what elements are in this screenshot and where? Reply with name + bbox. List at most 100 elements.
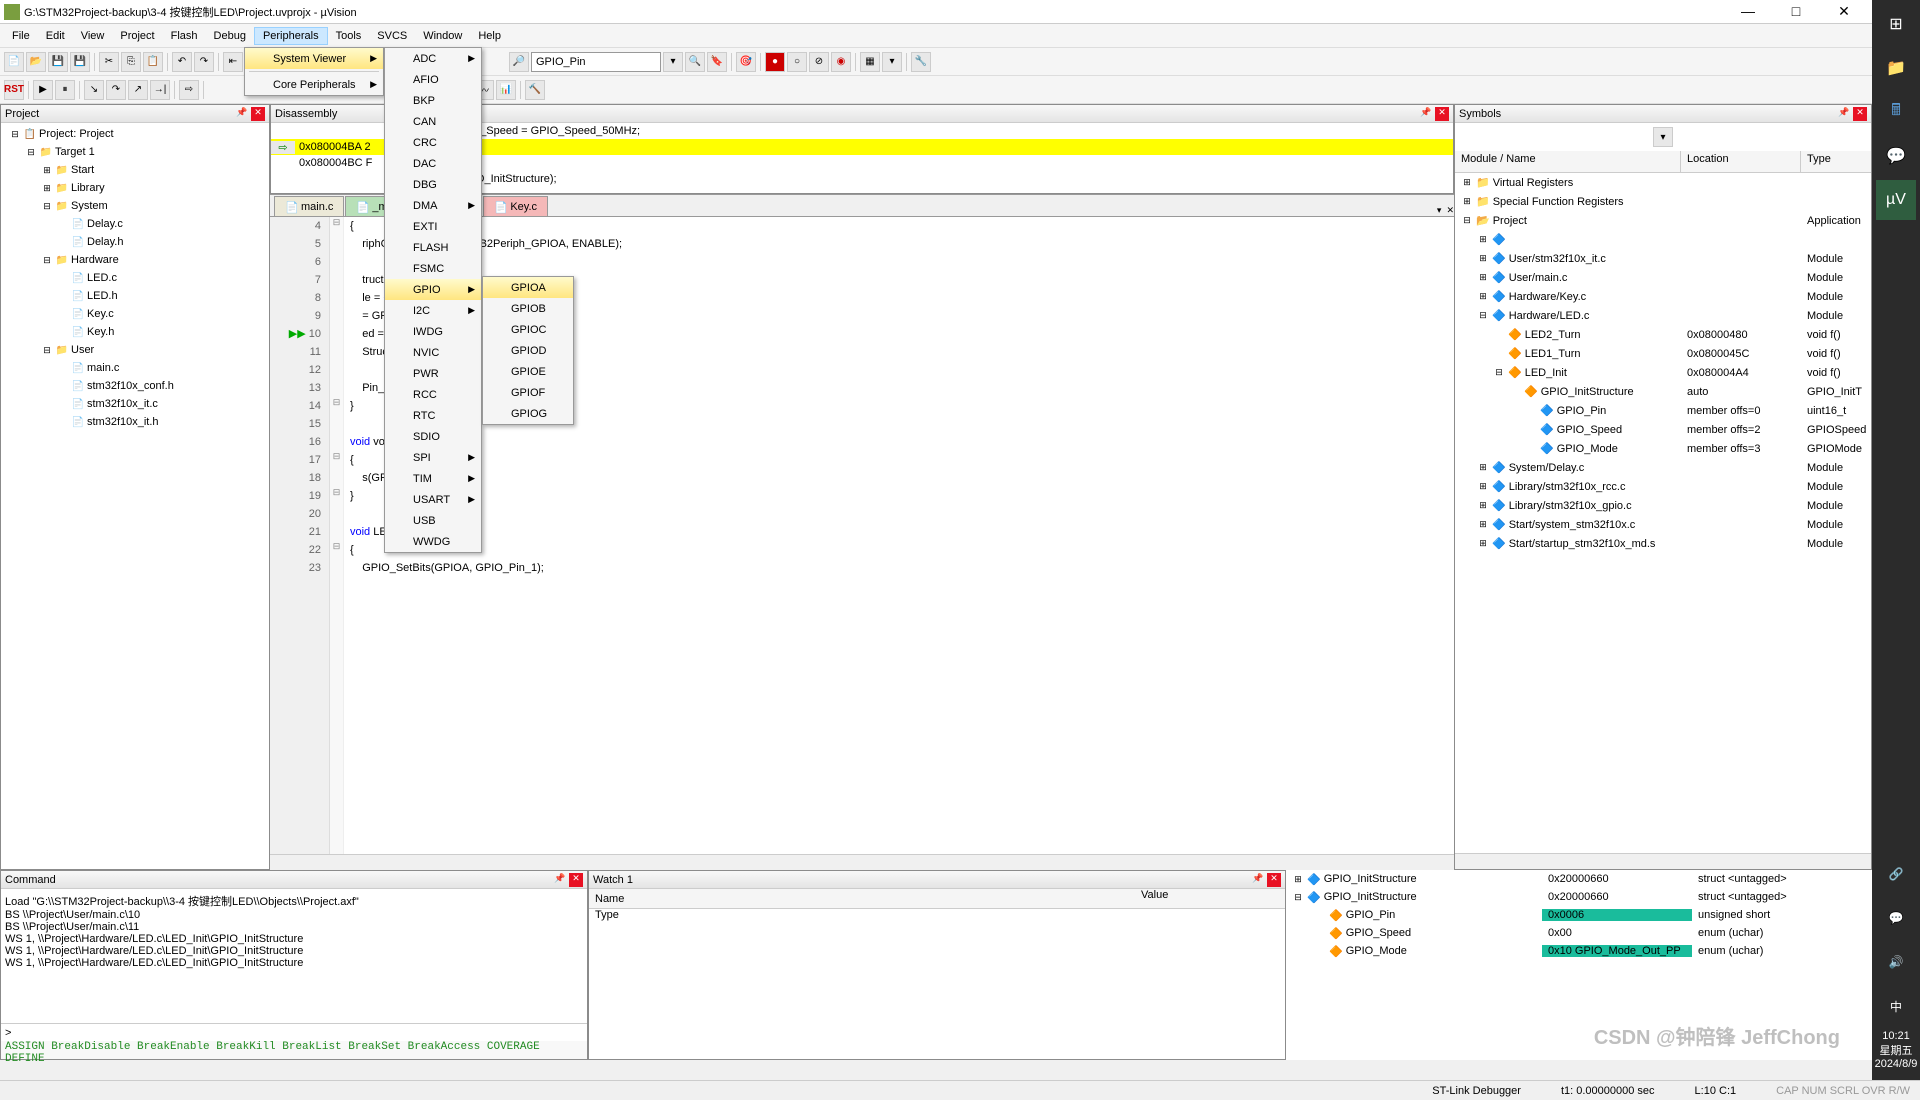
symbol-row[interactable]: 🔷GPIO_Speedmember offs=2GPIOSpeed xyxy=(1455,420,1871,439)
step-over-icon[interactable]: ↷ xyxy=(106,80,126,100)
bp-all-icon[interactable]: ◉ xyxy=(831,52,851,72)
menu-gpiof[interactable]: GPIOF xyxy=(483,382,573,403)
saveall-icon[interactable]: 💾 xyxy=(70,52,90,72)
menu-spi[interactable]: SPI▶ xyxy=(385,447,481,468)
symbol-row[interactable]: ⊞🔷Start/system_stm32f10x.cModule xyxy=(1455,515,1871,534)
menu-tim[interactable]: TIM▶ xyxy=(385,468,481,489)
symbol-row[interactable]: ⊞🔷Hardware/Key.cModule xyxy=(1455,287,1871,306)
step-out-icon[interactable]: ↗ xyxy=(128,80,148,100)
col-location[interactable]: Location xyxy=(1681,151,1801,172)
symbol-row[interactable]: 🔶GPIO_InitStructureautoGPIO_InitT xyxy=(1455,382,1871,401)
col-name[interactable]: Name xyxy=(589,889,1135,908)
minimize-button[interactable]: — xyxy=(1730,3,1766,20)
dropdown-icon[interactable]: ▾ xyxy=(1653,127,1673,147)
menu-sdio[interactable]: SDIO xyxy=(385,426,481,447)
menu-usb[interactable]: USB xyxy=(385,510,481,531)
bp-disable-icon[interactable]: ○ xyxy=(787,52,807,72)
tree-node[interactable]: ⊟📁System xyxy=(3,197,267,215)
stop-run-icon[interactable]: ⏸ xyxy=(55,80,75,100)
close-icon[interactable]: ✕ xyxy=(251,107,265,121)
menu-gpioe[interactable]: GPIOE xyxy=(483,361,573,382)
save-icon[interactable]: 💾 xyxy=(48,52,68,72)
menu-gpiob[interactable]: GPIOB xyxy=(483,298,573,319)
col-type[interactable]: Type xyxy=(1801,151,1871,172)
scope-icon[interactable]: 📊 xyxy=(496,80,516,100)
tree-node[interactable]: ⊞📁Library xyxy=(3,179,267,197)
tree-node[interactable]: 📄Delay.h xyxy=(3,233,267,251)
reset-icon[interactable]: RST xyxy=(4,80,24,100)
menu-gpioc[interactable]: GPIOC xyxy=(483,319,573,340)
taskbar-clock[interactable]: 10:21 星期五 2024/8/9 xyxy=(1875,1030,1918,1080)
symbol-row[interactable]: ⊟🔷Hardware/LED.cModule xyxy=(1455,306,1871,325)
pin-icon[interactable]: 📌 xyxy=(235,107,249,121)
uvision-icon[interactable]: µV xyxy=(1876,180,1916,220)
calculator-icon[interactable]: 🖩 xyxy=(1876,92,1916,132)
menu-pwr[interactable]: PWR xyxy=(385,363,481,384)
debug-icon[interactable]: 🎯 xyxy=(736,52,756,72)
maximize-button[interactable]: □ xyxy=(1778,3,1814,20)
dropdown-icon[interactable]: ▾ xyxy=(663,52,683,72)
pin-icon[interactable]: 📌 xyxy=(1251,873,1265,887)
menu-gpiod[interactable]: GPIOD xyxy=(483,340,573,361)
symbol-row[interactable]: ⊞🔷Library/stm32f10x_gpio.cModule xyxy=(1455,496,1871,515)
tab-main-c[interactable]: 📄main.c xyxy=(274,196,344,216)
menu-view[interactable]: View xyxy=(73,28,113,44)
watch-row[interactable]: 🔶GPIO_Speed0x00enum (uchar) xyxy=(1286,924,1872,942)
menu-flash[interactable]: Flash xyxy=(163,28,206,44)
symbol-row[interactable]: 🔶LED2_Turn0x08000480void f() xyxy=(1455,325,1871,344)
ime-icon[interactable]: 中 xyxy=(1876,986,1916,1026)
symbol-row[interactable]: ⊟📂ProjectApplication xyxy=(1455,211,1871,230)
close-icon[interactable]: ✕ xyxy=(569,873,583,887)
watch-row[interactable]: 🔶GPIO_Mode0x10 GPIO_Mode_Out_PPenum (uch… xyxy=(1286,942,1872,960)
open-icon[interactable]: 📂 xyxy=(26,52,46,72)
menu-dbg[interactable]: DBG xyxy=(385,174,481,195)
explorer-icon[interactable]: 📁 xyxy=(1876,48,1916,88)
symbol-row[interactable]: ⊞🔷Start/startup_stm32f10x_md.sModule xyxy=(1455,534,1871,553)
menu-wwdg[interactable]: WWDG xyxy=(385,531,481,552)
symbol-row[interactable]: ⊟🔶LED_Init0x080004A4void f() xyxy=(1455,363,1871,382)
menu-window[interactable]: Window xyxy=(415,28,470,44)
run-to-cursor-icon[interactable]: →| xyxy=(150,80,170,100)
menu-crc[interactable]: CRC xyxy=(385,132,481,153)
close-icon[interactable]: ✕ xyxy=(1435,107,1449,121)
menu-adc[interactable]: ADC▶ xyxy=(385,48,481,69)
h-scrollbar[interactable] xyxy=(270,854,1454,870)
taskbar-app-icon[interactable]: ⊞ xyxy=(1876,4,1916,44)
tree-node[interactable]: ⊞📁Start xyxy=(3,161,267,179)
undo-icon[interactable]: ↶ xyxy=(172,52,192,72)
menu-dma[interactable]: DMA▶ xyxy=(385,195,481,216)
menu-gpioa[interactable]: GPIOA xyxy=(483,277,573,298)
paste-icon[interactable]: 📋 xyxy=(143,52,163,72)
menu-dac[interactable]: DAC xyxy=(385,153,481,174)
col-value[interactable]: Value xyxy=(1135,889,1285,908)
menu-afio[interactable]: AFIO xyxy=(385,69,481,90)
watch-row[interactable]: ⊞🔷GPIO_InitStructure0x20000660struct <un… xyxy=(1286,870,1872,888)
col-type[interactable]: Type xyxy=(589,909,769,921)
symbol-row[interactable]: 🔷GPIO_Pinmember offs=0uint16_t xyxy=(1455,401,1871,420)
tree-node[interactable]: 📄stm32f10x_conf.h xyxy=(3,377,267,395)
menu-iwdg[interactable]: IWDG xyxy=(385,321,481,342)
menu-svcs[interactable]: SVCS xyxy=(369,28,415,44)
command-output[interactable]: Load "G:\\STM32Project-backup\\3-4 按键控制L… xyxy=(1,889,587,1023)
menu-rcc[interactable]: RCC xyxy=(385,384,481,405)
menu-core-peripherals[interactable]: Core Peripherals▶ xyxy=(245,74,383,95)
menu-exti[interactable]: EXTI xyxy=(385,216,481,237)
menu-debug[interactable]: Debug xyxy=(206,28,254,44)
volume-icon[interactable]: 🔊 xyxy=(1876,942,1916,982)
new-icon[interactable]: 📄 xyxy=(4,52,24,72)
bookmark-icon[interactable]: 🔖 xyxy=(707,52,727,72)
symbol-row[interactable]: ⊞🔷User/main.cModule xyxy=(1455,268,1871,287)
find-icon[interactable]: 🔎 xyxy=(509,52,529,72)
tree-node[interactable]: 📄stm32f10x_it.c xyxy=(3,395,267,413)
menu-project[interactable]: Project xyxy=(112,28,162,44)
tree-node[interactable]: 📄main.c xyxy=(3,359,267,377)
menu-gpio[interactable]: GPIO▶ xyxy=(385,279,481,300)
menu-file[interactable]: File xyxy=(4,28,38,44)
project-tree[interactable]: ⊟📋Project: Project⊟📁Target 1⊞📁Start⊞📁Lib… xyxy=(1,123,269,869)
tree-node[interactable]: 📄LED.h xyxy=(3,287,267,305)
symbol-row[interactable]: ⊞🔷Library/stm32f10x_rcc.cModule xyxy=(1455,477,1871,496)
menu-rtc[interactable]: RTC xyxy=(385,405,481,426)
tree-node[interactable]: ⊟📋Project: Project xyxy=(3,125,267,143)
copy-icon[interactable]: ⎘ xyxy=(121,52,141,72)
symbol-row[interactable]: ⊞📁Special Function Registers xyxy=(1455,192,1871,211)
